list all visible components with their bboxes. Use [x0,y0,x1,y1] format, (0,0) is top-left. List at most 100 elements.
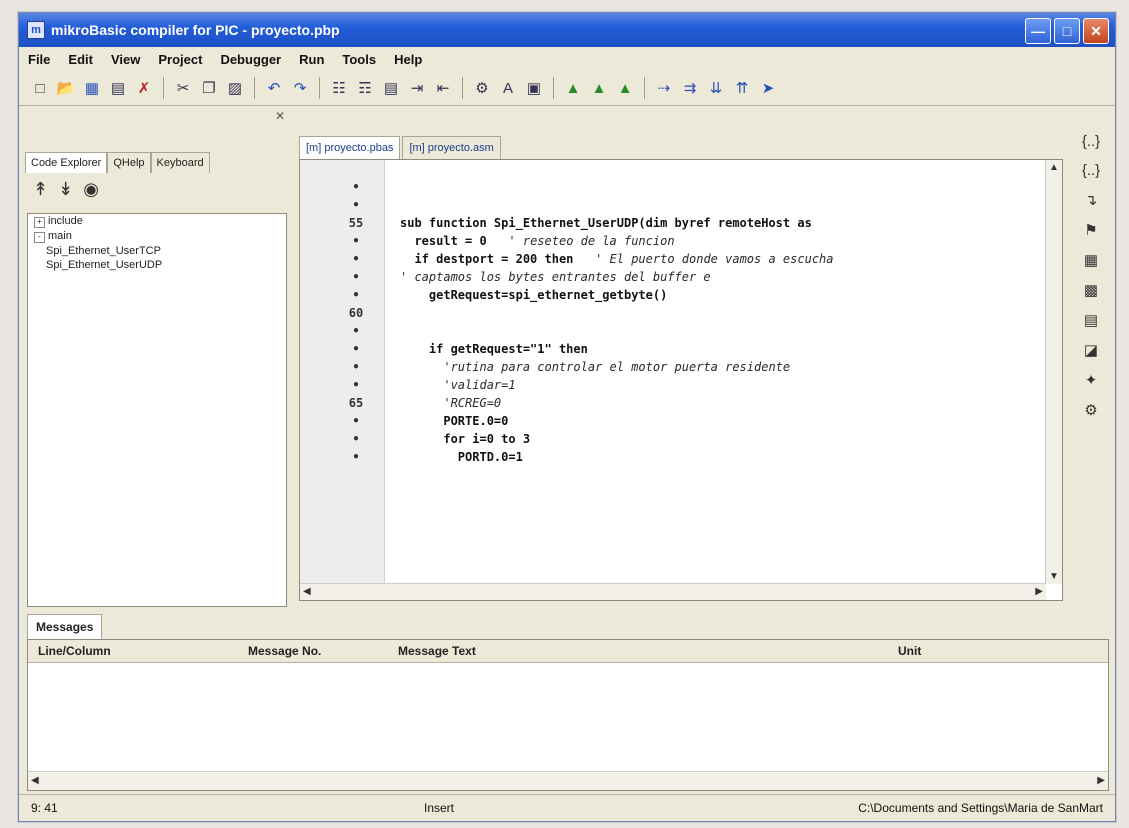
indent-icon[interactable]: ⇥ [406,77,428,99]
code-editor[interactable]: • • 55 sub function Spi_Ethernet_UserUDP(di… [299,159,1063,601]
scroll-up-icon[interactable]: ▲ [1049,162,1059,173]
calculator-icon[interactable]: ◪ [1084,341,1098,359]
copy-icon[interactable]: ❐ [198,77,220,99]
grid-icon[interactable]: ▦ [1084,251,1098,269]
options-icon[interactable]: ⚙ [1084,401,1097,419]
step-into-icon[interactable]: ⇊ [705,77,727,99]
tab-qhelp[interactable]: QHelp [107,152,151,173]
debug-start-icon[interactable]: ⇢ [653,77,675,99]
expand-icon[interactable]: + [34,217,45,228]
code-line[interactable]: 55 sub function Spi_Ethernet_UserUDP(dim … [300,216,1062,234]
code-line[interactable]: • if destport = 200 then ' El puerto don… [300,252,1062,270]
find-icon[interactable]: ☷ [328,77,350,99]
code-line[interactable]: 60 [300,306,1062,324]
code-line[interactable]: • PORTE.0=0 [300,414,1062,432]
code-line[interactable]: 65 'RCREG=0 [300,396,1062,414]
tab-code-explorer[interactable]: Code Explorer [25,152,108,173]
column-header-unit[interactable]: Unit [898,644,921,658]
code-line[interactable]: • for i=0 to 3 [300,432,1062,450]
block-icon[interactable]: {..} [1082,162,1100,179]
tab-keyboard[interactable]: Keyboard [150,152,210,173]
scroll-left-icon[interactable]: ◀ [31,775,39,786]
ascii-chart-icon[interactable]: ▩ [1084,281,1098,299]
column-header-message-no[interactable]: Message No. [248,644,321,658]
tab-proyecto-asm[interactable]: [m] proyecto.asm [402,136,501,159]
line-number: 60 [348,306,364,320]
replace-icon[interactable]: ▤ [380,77,402,99]
find-next-icon[interactable]: ☶ [354,77,376,99]
column-header-message-text[interactable]: Message Text [398,644,476,658]
bracket-icon[interactable]: {..} [1082,133,1100,150]
new-file-icon[interactable]: □ [29,77,51,99]
view-icon[interactable]: ▣ [523,77,545,99]
column-header-line-column[interactable]: Line/Column [38,644,111,658]
font-icon[interactable]: A [497,77,519,99]
line-number: • [352,450,360,464]
open-file-icon[interactable]: 📂 [55,77,77,99]
tab-proyecto-pbas[interactable]: [m] proyecto.pbas [299,136,401,159]
redo-icon[interactable]: ↷ [289,77,311,99]
messages-tabstrip: Messages [27,613,103,639]
menu-tools[interactable]: Tools [333,52,385,67]
expand-all-icon[interactable]: ↟ [33,179,48,200]
step-out-icon[interactable]: ⇈ [731,77,753,99]
vertical-scrollbar[interactable]: ▲ ▼ [1045,160,1062,584]
maximize-button[interactable]: □ [1054,18,1080,44]
close-icon[interactable]: ✕ [275,109,285,123]
menu-help[interactable]: Help [385,52,431,67]
tree-item[interactable]: Spi_Ethernet_UserTCP [28,244,286,258]
save-icon[interactable]: ▦ [81,77,103,99]
tree-item[interactable]: Spi_Ethernet_UserUDP [28,258,286,272]
menu-project[interactable]: Project [149,52,211,67]
collapse-all-icon[interactable]: ↡ [58,179,73,200]
minimize-button[interactable]: — [1025,18,1051,44]
help-icon[interactable]: ◉ [83,179,99,200]
close-button[interactable]: ✕ [1083,18,1109,44]
toolbar-divider [644,77,645,99]
menu-run[interactable]: Run [290,52,333,67]
menu-debugger[interactable]: Debugger [211,52,290,67]
scroll-left-icon[interactable]: ◀ [303,586,311,597]
bookmark-icon[interactable]: ⚑ [1084,221,1097,239]
tools-icon[interactable]: ✦ [1085,371,1098,389]
code-line[interactable]: • [300,180,1062,198]
code-line[interactable]: • getRequest=spi_ethernet_getbyte() [300,288,1062,306]
step-over-icon[interactable]: ⇉ [679,77,701,99]
menu-view[interactable]: View [102,52,149,67]
code-line[interactable]: • ' captamos los bytes entrantes del buff… [300,270,1062,288]
goto-line-icon[interactable]: ↴ [1085,191,1098,209]
tree-item-label: Spi_Ethernet_UserTCP [46,245,161,257]
collapse-icon[interactable]: - [34,232,45,243]
code-line[interactable]: • [300,324,1062,342]
outdent-icon[interactable]: ⇤ [432,77,454,99]
compile-icon[interactable]: ▲ [562,77,584,99]
code-line[interactable]: • if getRequest="1" then [300,342,1062,360]
scroll-right-icon[interactable]: ▶ [1035,586,1043,597]
code-line[interactable]: • [300,198,1062,216]
close-file-icon[interactable]: ✗ [133,77,155,99]
compile-all-icon[interactable]: ▲ [588,77,610,99]
build-icon[interactable]: ⚙ [471,77,493,99]
scroll-down-icon[interactable]: ▼ [1049,571,1059,582]
toolbar-divider [553,77,554,99]
program-icon[interactable]: ▲ [614,77,636,99]
paste-icon[interactable]: ▨ [224,77,246,99]
messages-scrollbar[interactable]: ◀ ▶ [28,771,1108,790]
menu-file[interactable]: File [19,52,59,67]
code-line[interactable]: • 'validar=1 [300,378,1062,396]
tab-messages[interactable]: Messages [27,614,103,639]
run-to-cursor-icon[interactable]: ➤ [757,77,779,99]
tree-item[interactable]: + include [28,214,286,229]
menu-edit[interactable]: Edit [59,52,102,67]
line-number: • [352,234,360,248]
code-line[interactable]: • PORTD.0=1 [300,450,1062,468]
code-line[interactable]: • result = 0 ' reseteo de la funcion [300,234,1062,252]
scroll-right-icon[interactable]: ▶ [1097,775,1105,786]
cut-icon[interactable]: ✂ [172,77,194,99]
tree-item[interactable]: - main [28,229,286,244]
save-icon[interactable]: ▤ [1084,311,1098,329]
horizontal-scrollbar[interactable]: ◀ ▶ [300,583,1046,600]
save-all-icon[interactable]: ▤ [107,77,129,99]
code-line[interactable]: • 'rutina para controlar el motor puerta… [300,360,1062,378]
undo-icon[interactable]: ↶ [263,77,285,99]
